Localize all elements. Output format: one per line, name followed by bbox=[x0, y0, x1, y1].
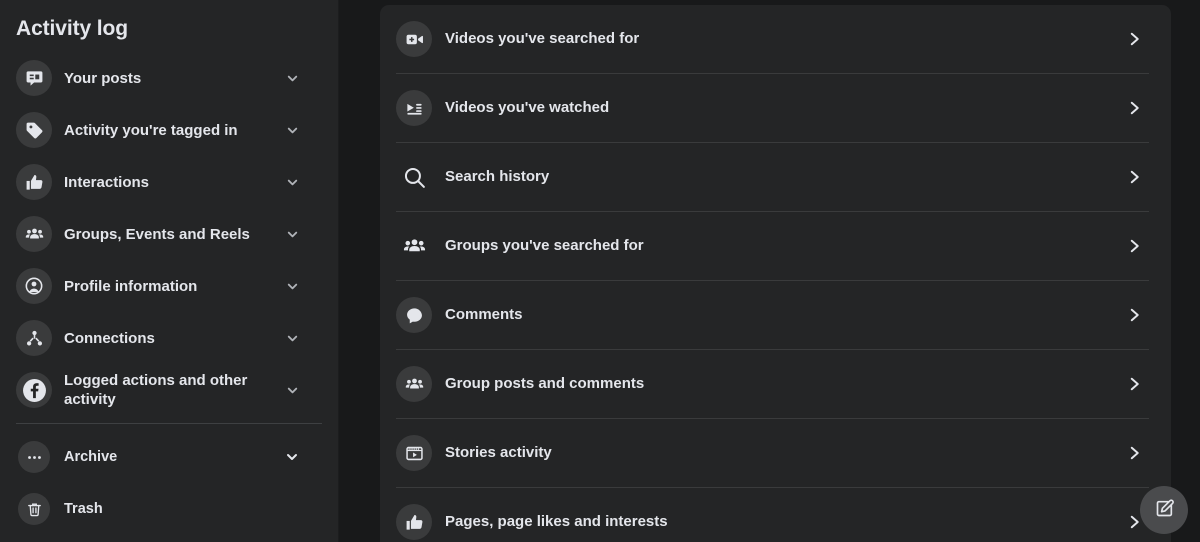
sidebar-item-label: Connections bbox=[64, 329, 155, 347]
thumbs-up-icon bbox=[16, 164, 52, 200]
sidebar-item-archive[interactable]: Archive bbox=[8, 431, 330, 483]
sidebar-item-label: Logged actions and other activity bbox=[64, 372, 248, 408]
comment-icon bbox=[396, 297, 432, 333]
chevron-right-icon[interactable] bbox=[1119, 168, 1149, 186]
chevron-down-icon[interactable] bbox=[282, 224, 302, 244]
row-label: Pages, page likes and interests bbox=[445, 513, 668, 530]
sidebar-item-interactions[interactable]: Interactions bbox=[8, 156, 330, 208]
stories-icon bbox=[396, 435, 432, 471]
compose-edit-icon bbox=[1154, 498, 1175, 522]
row-label: Stories activity bbox=[445, 444, 552, 461]
group-icon bbox=[16, 216, 52, 252]
row-videos-watched[interactable]: Videos you've watched bbox=[380, 74, 1171, 142]
sidebar: Activity log Your posts Activity you're … bbox=[0, 0, 339, 542]
compose-fab-button[interactable] bbox=[1140, 486, 1188, 534]
facebook-icon bbox=[16, 372, 52, 408]
row-videos-searched-for[interactable]: Videos you've searched for bbox=[380, 5, 1171, 73]
row-label: Search history bbox=[445, 168, 550, 185]
row-search-history[interactable]: Search history bbox=[380, 143, 1171, 211]
sidebar-item-label: Activity you're tagged in bbox=[64, 121, 238, 139]
profile-icon bbox=[16, 268, 52, 304]
sidebar-nav: Your posts Activity you're tagged in Int… bbox=[0, 42, 338, 535]
row-stories-activity[interactable]: Stories activity bbox=[380, 419, 1171, 487]
sidebar-item-logged-actions[interactable]: Logged actions and other activity bbox=[8, 364, 330, 416]
main-content: Videos you've searched for Videos you've… bbox=[339, 0, 1200, 542]
chevron-right-icon[interactable] bbox=[1119, 375, 1149, 393]
connections-icon bbox=[16, 320, 52, 356]
row-label: Groups you've searched for bbox=[445, 237, 644, 254]
sidebar-item-trash[interactable]: Trash bbox=[8, 483, 330, 535]
thumbs-up-icon bbox=[396, 504, 432, 540]
row-comments[interactable]: Comments bbox=[380, 281, 1171, 349]
chevron-right-icon[interactable] bbox=[1119, 444, 1149, 462]
ellipsis-icon bbox=[18, 441, 50, 473]
sidebar-item-label: Your posts bbox=[64, 69, 142, 87]
chevron-down-icon[interactable] bbox=[282, 68, 302, 88]
page-title: Activity log bbox=[16, 17, 128, 40]
search-icon bbox=[396, 159, 432, 195]
chevron-down-icon[interactable] bbox=[282, 172, 302, 192]
sidebar-item-label: Trash bbox=[64, 500, 103, 517]
row-label: Comments bbox=[445, 306, 523, 323]
chevron-right-icon[interactable] bbox=[1119, 30, 1149, 48]
sidebar-divider bbox=[16, 423, 322, 424]
chevron-down-icon[interactable] bbox=[282, 328, 302, 348]
video-playlist-icon bbox=[396, 90, 432, 126]
sidebar-item-label: Interactions bbox=[64, 173, 150, 191]
chevron-right-icon[interactable] bbox=[1119, 306, 1149, 324]
video-plus-icon bbox=[396, 21, 432, 57]
sidebar-item-label: Groups, Events and Reels bbox=[64, 225, 250, 243]
chevron-right-icon[interactable] bbox=[1119, 99, 1149, 117]
sidebar-item-label: Archive bbox=[64, 448, 118, 465]
trash-icon bbox=[18, 493, 50, 525]
chevron-right-icon[interactable] bbox=[1119, 237, 1149, 255]
sidebar-item-label: Profile information bbox=[64, 277, 198, 295]
sidebar-item-groups-events-reels[interactable]: Groups, Events and Reels bbox=[8, 208, 330, 260]
group-icon bbox=[396, 228, 432, 264]
posts-icon bbox=[16, 60, 52, 96]
chevron-down-icon[interactable] bbox=[282, 447, 302, 467]
group-icon bbox=[396, 366, 432, 402]
row-group-posts-and-comments[interactable]: Group posts and comments bbox=[380, 350, 1171, 418]
chevron-down-icon[interactable] bbox=[282, 380, 302, 400]
sidebar-item-profile-information[interactable]: Profile information bbox=[8, 260, 330, 312]
row-label: Videos you've searched for bbox=[445, 30, 640, 47]
chevron-down-icon[interactable] bbox=[282, 120, 302, 140]
row-pages-likes-interests[interactable]: Pages, page likes and interests bbox=[380, 488, 1171, 542]
chevron-down-icon[interactable] bbox=[282, 276, 302, 296]
row-label: Videos you've watched bbox=[445, 99, 610, 116]
sidebar-item-activity-tagged-in[interactable]: Activity you're tagged in bbox=[8, 104, 330, 156]
activity-log-page: Activity log Your posts Activity you're … bbox=[0, 0, 1200, 542]
row-label: Group posts and comments bbox=[445, 375, 645, 392]
activity-category-card: Videos you've searched for Videos you've… bbox=[380, 5, 1171, 542]
tag-icon bbox=[16, 112, 52, 148]
sidebar-item-your-posts[interactable]: Your posts bbox=[8, 52, 330, 104]
row-groups-searched-for[interactable]: Groups you've searched for bbox=[380, 212, 1171, 280]
sidebar-item-connections[interactable]: Connections bbox=[8, 312, 330, 364]
